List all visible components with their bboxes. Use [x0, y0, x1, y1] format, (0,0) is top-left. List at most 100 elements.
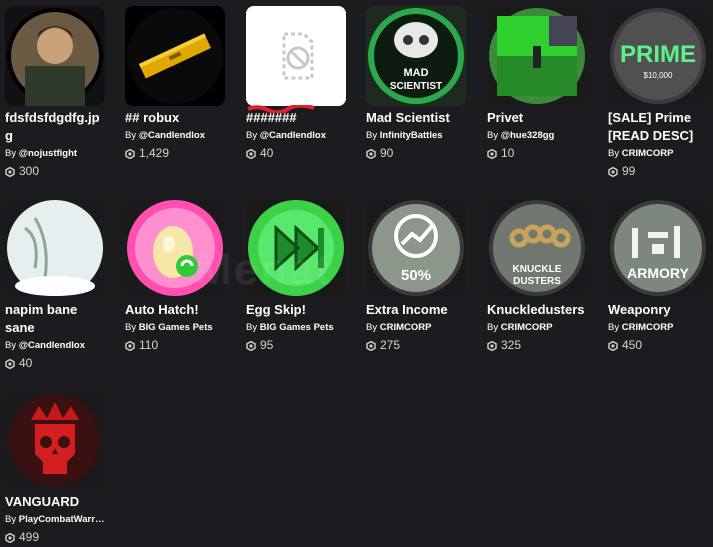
green-room-icon[interactable]	[487, 6, 587, 106]
item-name[interactable]: Knuckledusters	[487, 301, 589, 319]
item-creator: By @hue328gg	[487, 129, 587, 143]
item-price: 40	[5, 355, 107, 372]
game-pass-card[interactable]: ## robux By @Candlendlox 1,429	[125, 6, 227, 162]
item-price: 275	[366, 337, 468, 354]
price-value: 1,429	[139, 146, 170, 160]
game-pass-card[interactable]: ####### By @Candlendlox 40	[246, 6, 348, 162]
item-price: 40	[246, 145, 348, 162]
by-label: By	[366, 322, 380, 333]
game-pass-card[interactable]: PRIME $10,000 [SALE] Prime [READ DESC] By C…	[608, 6, 710, 180]
item-name[interactable]: ## robux	[125, 109, 227, 127]
by-label: By	[366, 130, 380, 141]
item-name[interactable]: VANGUARD	[5, 493, 107, 511]
item-creator: By InfinityBattles	[366, 129, 466, 143]
creator-link[interactable]: CRIMCORP	[622, 148, 674, 159]
robux-icon	[5, 358, 15, 369]
egg-icon[interactable]	[125, 198, 225, 298]
game-pass-card[interactable]: KNUCKLE DUSTERS Knuckledusters By CRIMCORP 3…	[487, 198, 589, 354]
item-name[interactable]: Privet	[487, 109, 589, 127]
by-label: By	[487, 322, 501, 333]
income-chart-icon[interactable]: 50%	[366, 198, 466, 298]
skull-crown-icon[interactable]	[5, 390, 105, 490]
portrait-icon[interactable]	[5, 6, 105, 106]
mad-scientist-icon[interactable]: MAD SCIENTIST	[366, 6, 466, 106]
svg-text:$10,000: $10,000	[644, 71, 673, 80]
game-pass-card[interactable]: Egg Skip! By BIG Games Pets 95	[246, 198, 348, 354]
creator-link[interactable]: PlayCombatWarri...	[19, 514, 105, 525]
by-label: By	[5, 514, 19, 525]
svg-text:DUSTERS: DUSTERS	[513, 276, 561, 287]
game-pass-card[interactable]: ARMORY Weaponry By CRIMCORP 450	[608, 198, 710, 354]
by-label: By	[608, 148, 622, 159]
robux-icon	[487, 148, 497, 159]
by-label: By	[125, 130, 139, 141]
robux-icon	[487, 340, 497, 351]
creator-link[interactable]: @Candlendlox	[260, 130, 326, 141]
knuckleduster-icon[interactable]: KNUCKLE DUSTERS	[487, 198, 587, 298]
price-value: 450	[622, 338, 643, 352]
item-creator: By CRIMCORP	[487, 321, 587, 335]
item-name[interactable]: Extra Income	[366, 301, 468, 319]
gold-bar-icon[interactable]	[125, 6, 225, 106]
robux-icon	[366, 148, 376, 159]
game-pass-card[interactable]: napim bane sane By @Candlendlox 40	[5, 198, 107, 372]
creator-link[interactable]: @Candlendlox	[19, 340, 85, 351]
item-price: 499	[5, 529, 107, 546]
item-price: 95	[246, 337, 348, 354]
item-price: 450	[608, 337, 710, 354]
svg-text:KNUCKLE: KNUCKLE	[513, 264, 562, 275]
creator-link[interactable]: @nojustfight	[19, 148, 77, 159]
game-pass-grid: fdsfdsfdgdfg.jpg By @nojustfight 300 ## rob…	[0, 0, 713, 547]
item-name[interactable]: Auto Hatch!	[125, 301, 227, 319]
by-label: By	[246, 130, 260, 141]
creator-link[interactable]: CRIMCORP	[501, 322, 553, 333]
broken-image-icon[interactable]	[246, 6, 346, 106]
game-pass-card[interactable]: fdsfdsfdgdfg.jpg By @nojustfight 300	[5, 6, 107, 180]
game-pass-card[interactable]: MAD SCIENTIST Mad Scientist By InfinityBatt…	[366, 6, 468, 162]
item-price: 99	[608, 163, 710, 180]
armory-icon[interactable]: ARMORY	[608, 198, 708, 298]
item-name[interactable]: Mad Scientist	[366, 109, 468, 127]
item-name[interactable]: napim bane sane	[5, 301, 107, 337]
game-pass-card[interactable]: 50% Extra Income By CRIMCORP 275	[366, 198, 468, 354]
fast-forward-icon[interactable]	[246, 198, 346, 298]
price-value: 325	[501, 338, 522, 352]
item-creator: By @Candlendlox	[246, 129, 346, 143]
item-name[interactable]: Egg Skip!	[246, 301, 348, 319]
price-value: 40	[260, 146, 274, 160]
item-creator: By BIG Games Pets	[125, 321, 225, 335]
creator-link[interactable]: @Candlendlox	[139, 130, 205, 141]
item-name[interactable]: fdsfdsfdgdfg.jpg	[5, 109, 107, 145]
game-pass-card[interactable]: Auto Hatch! By BIG Games Pets 110	[125, 198, 227, 354]
svg-text:SCIENTIST: SCIENTIST	[390, 81, 442, 92]
by-label: By	[246, 322, 260, 333]
game-pass-card[interactable]: Privet By @hue328gg 10	[487, 6, 589, 162]
svg-text:50%: 50%	[401, 267, 431, 284]
creator-link[interactable]: CRIMCORP	[380, 322, 432, 333]
item-creator: By @Candlendlox	[125, 129, 225, 143]
item-creator: By BIG Games Pets	[246, 321, 346, 335]
redaction-scribble	[247, 105, 315, 113]
robux-icon	[5, 166, 15, 177]
game-pass-card[interactable]: VANGUARD By PlayCombatWarri... 499	[5, 390, 107, 546]
item-price: 10	[487, 145, 589, 162]
creator-link[interactable]: CRIMCORP	[622, 322, 674, 333]
robux-icon	[246, 148, 256, 159]
robux-icon	[366, 340, 376, 351]
price-value: 95	[260, 338, 274, 352]
creator-link[interactable]: BIG Games Pets	[260, 322, 334, 333]
item-name[interactable]: Weaponry	[608, 301, 710, 319]
by-label: By	[487, 130, 501, 141]
by-label: By	[608, 322, 622, 333]
snow-tree-icon[interactable]	[5, 198, 105, 298]
robux-icon	[125, 148, 135, 159]
robux-icon	[608, 166, 618, 177]
item-price: 90	[366, 145, 468, 162]
item-name[interactable]: [SALE] Prime [READ DESC]	[608, 109, 710, 145]
creator-link[interactable]: BIG Games Pets	[139, 322, 213, 333]
item-creator: By CRIMCORP	[608, 147, 708, 161]
creator-link[interactable]: InfinityBattles	[380, 130, 443, 141]
creator-link[interactable]: @hue328gg	[501, 130, 555, 141]
prime-badge-icon[interactable]: PRIME $10,000	[608, 6, 708, 106]
item-creator: By CRIMCORP	[366, 321, 466, 335]
